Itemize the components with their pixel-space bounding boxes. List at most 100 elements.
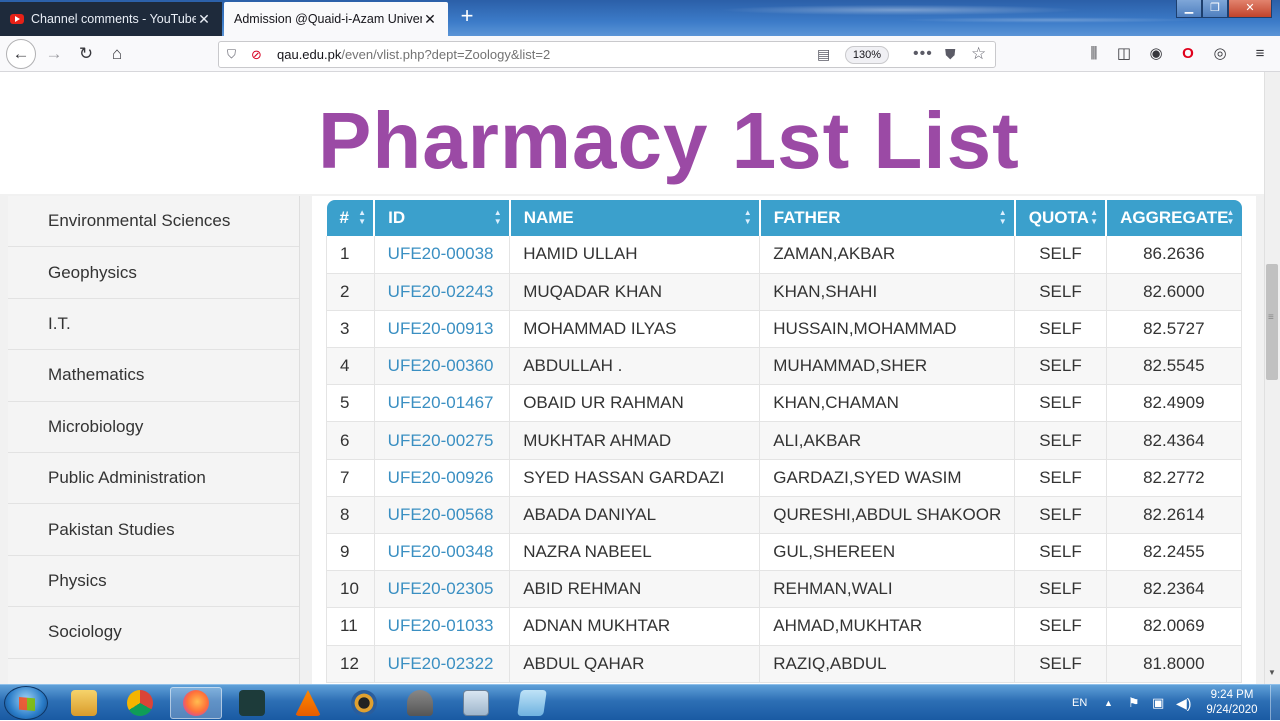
close-window-button[interactable]: ✕: [1228, 0, 1272, 18]
sidebar-item-it[interactable]: I.T.: [8, 298, 299, 351]
applicant-id-link[interactable]: UFE20-02322: [374, 645, 511, 683]
applicant-id-link[interactable]: UFE20-01467: [374, 384, 511, 423]
close-tab-icon[interactable]: ✕: [196, 11, 212, 28]
banner: Pharmacy 1st List: [0, 72, 1264, 194]
tab-youtube[interactable]: Channel comments - YouTube S ✕: [0, 2, 222, 36]
merit-list-panel: # ▲ ▼ ID ▲ ▼ NAME ▲ ▼ FATHER ▲ ▼ QUOTA ▲ ▼ AGGREGA…: [312, 196, 1256, 684]
action-center-icon[interactable]: ⚑: [1128, 685, 1140, 721]
applicant-id-link[interactable]: UFE20-00348: [374, 533, 511, 572]
tab-admission[interactable]: Admission @Quaid-i-Azam Univers ✕: [224, 2, 448, 36]
menu-icon[interactable]: ≡: [1250, 44, 1270, 64]
home-button[interactable]: ⌂: [103, 40, 131, 68]
column-header-id[interactable]: ID ▲ ▼: [374, 200, 511, 236]
applicant-id-link[interactable]: UFE20-00360: [374, 347, 511, 386]
address-bar[interactable]: ⛉ ⊘ qau.edu.pk/even/vlist.php?dept=Zoolo…: [218, 41, 996, 68]
sort-icon[interactable]: ▲ ▼: [999, 208, 1008, 226]
row-number: 2: [326, 273, 375, 311]
scroll-down-arrow[interactable]: ▼: [1266, 668, 1278, 680]
sidebar-item-microbiology[interactable]: Microbiology: [8, 401, 299, 453]
taskbar-filmora[interactable]: [226, 687, 278, 719]
browser-nav-bar: ← → ↻ ⌂ ⛉ ⊘ qau.edu.pk/even/vlist.php?de…: [0, 36, 1280, 72]
aggregate: 82.5727: [1106, 310, 1243, 349]
sidebar-toggle-icon[interactable]: ◫: [1114, 44, 1134, 64]
system-clock[interactable]: 9:24 PM 9/24/2020: [1200, 688, 1264, 718]
applicant-name: SYED HASSAN GARDAZI: [509, 459, 761, 497]
taskbar-vlc[interactable]: [282, 687, 334, 719]
minimize-button[interactable]: ▁: [1176, 0, 1202, 18]
calculator-icon: [463, 690, 489, 716]
reload-button[interactable]: ↻: [72, 40, 100, 68]
pocket-icon[interactable]: ⛊: [945, 46, 956, 63]
new-tab-button[interactable]: +: [456, 4, 478, 30]
taskbar-firefox[interactable]: [170, 687, 222, 719]
applicant-id-link[interactable]: UFE20-00038: [374, 236, 511, 274]
sidebar-item-mathematics[interactable]: Mathematics: [8, 350, 299, 402]
taskbar-media[interactable]: [338, 687, 390, 719]
reader-view-icon[interactable]: ▤: [817, 46, 833, 63]
father-name: QURESHI,ABDUL SHAKOOR: [759, 496, 1016, 535]
page-actions-icon[interactable]: •••: [913, 45, 933, 63]
quota: SELF: [1014, 384, 1107, 423]
column-header-quota[interactable]: QUOTA ▲ ▼: [1014, 200, 1108, 236]
taskbar-calculator[interactable]: [450, 687, 502, 719]
sort-icon[interactable]: ▲ ▼: [358, 208, 367, 226]
sidebar-item-sociology[interactable]: Sociology: [8, 607, 299, 659]
quota: SELF: [1014, 570, 1107, 609]
taskbar-app[interactable]: [394, 687, 446, 719]
url-host: qau.edu.pk: [277, 47, 342, 62]
column-header-aggregate[interactable]: AGGREGATE ▲ ▼: [1106, 200, 1242, 236]
taskbar-chrome[interactable]: [114, 687, 166, 719]
extension-icon[interactable]: ◎: [1210, 44, 1230, 64]
zoom-indicator[interactable]: 130%: [845, 46, 889, 64]
forward-button[interactable]: →: [40, 40, 68, 68]
sidebar-item-pakistan-studies[interactable]: Pakistan Studies: [8, 504, 299, 556]
account-icon[interactable]: ◉: [1146, 44, 1166, 64]
maximize-button[interactable]: ❐: [1202, 0, 1228, 18]
column-header-number[interactable]: # ▲ ▼: [326, 200, 376, 236]
column-header-name[interactable]: NAME ▲ ▼: [509, 200, 761, 236]
bookmark-star-icon[interactable]: ☆: [971, 44, 986, 64]
applicant-id-link[interactable]: UFE20-00926: [374, 459, 511, 497]
taskbar-notepad[interactable]: [506, 687, 558, 719]
aggregate: 82.4364: [1106, 421, 1243, 460]
applicant-name: MOHAMMAD ILYAS: [509, 310, 761, 349]
volume-icon[interactable]: ◀): [1176, 685, 1191, 721]
column-header-father[interactable]: FATHER ▲ ▼: [759, 200, 1016, 236]
applicant-name: ABID REHMAN: [509, 570, 761, 609]
library-icon[interactable]: ⫼: [1084, 44, 1104, 64]
applicant-id-link[interactable]: UFE20-00913: [374, 310, 511, 349]
sidebar-item-public-administration[interactable]: Public Administration: [8, 452, 299, 505]
close-tab-icon[interactable]: ✕: [422, 11, 438, 28]
insecure-lock-icon[interactable]: ⊘: [251, 47, 267, 63]
browser-tab-bar: Channel comments - YouTube S ✕ Admission…: [0, 0, 1280, 36]
shield-icon[interactable]: ⛉: [227, 47, 241, 63]
sidebar-item-environmental-sciences[interactable]: Environmental Sciences: [8, 196, 299, 248]
sort-icon[interactable]: ▲ ▼: [1227, 208, 1236, 226]
notepad-icon: [517, 690, 547, 716]
url-text[interactable]: qau.edu.pk/even/vlist.php?dept=Zoology&l…: [277, 47, 550, 62]
sidebar-item-physics[interactable]: Physics: [8, 555, 299, 608]
quota: SELF: [1014, 645, 1107, 683]
header-label: ID: [388, 208, 406, 227]
header-label: AGGREGATE: [1120, 208, 1229, 227]
applicant-id-link[interactable]: UFE20-00275: [374, 421, 511, 460]
scrollbar-thumb[interactable]: [1266, 264, 1278, 380]
opera-extension-icon[interactable]: O: [1178, 44, 1198, 64]
start-button[interactable]: [4, 686, 48, 720]
sort-icon[interactable]: ▲ ▼: [1090, 208, 1099, 226]
show-desktop-button[interactable]: [1270, 685, 1280, 721]
language-indicator[interactable]: EN: [1072, 685, 1087, 721]
back-button[interactable]: ←: [6, 39, 36, 69]
applicant-id-link[interactable]: UFE20-02243: [374, 273, 511, 311]
sort-icon[interactable]: ▲ ▼: [494, 208, 503, 226]
applicant-name: ABADA DANIYAL: [509, 496, 761, 535]
network-icon[interactable]: ▣: [1152, 685, 1164, 721]
applicant-id-link[interactable]: UFE20-01033: [374, 607, 511, 646]
header-label: #: [339, 208, 349, 227]
sidebar-item-geophysics[interactable]: Geophysics: [8, 247, 299, 299]
show-hidden-icons[interactable]: ▲: [1104, 685, 1113, 721]
applicant-id-link[interactable]: UFE20-00568: [374, 496, 511, 535]
taskbar-explorer[interactable]: [58, 687, 110, 719]
sort-icon[interactable]: ▲ ▼: [744, 208, 753, 226]
applicant-id-link[interactable]: UFE20-02305: [374, 570, 511, 609]
